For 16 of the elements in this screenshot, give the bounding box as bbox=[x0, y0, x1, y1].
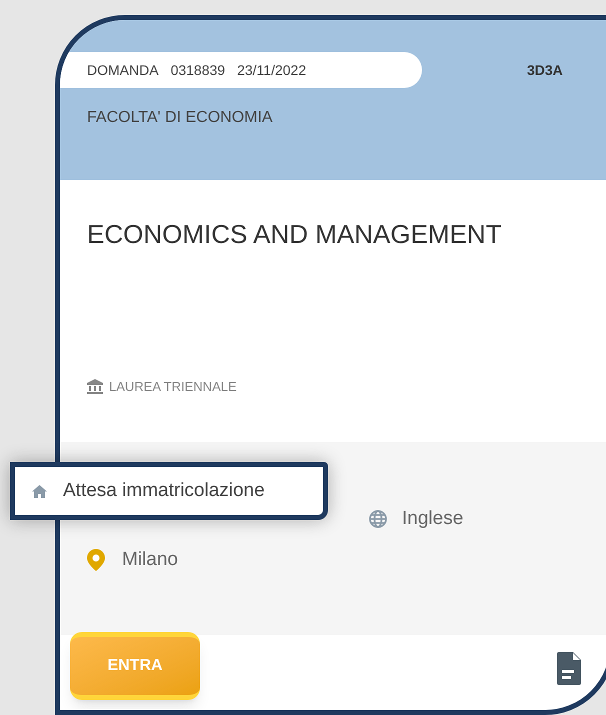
application-date: 23/11/2022 bbox=[237, 60, 306, 80]
location-pin-icon bbox=[86, 549, 106, 572]
application-number: 0318839 bbox=[170, 60, 226, 80]
status-text: Attesa immatricolazione bbox=[63, 478, 265, 503]
location: Milano bbox=[122, 548, 178, 572]
faculty-name: FACOLTA' DI ECONOMIA bbox=[87, 108, 273, 128]
enter-button[interactable]: ENTRA bbox=[70, 632, 200, 700]
language: Inglese bbox=[402, 507, 464, 531]
degree-type: LAUREA TRIENNALE bbox=[109, 378, 237, 396]
application-label: DOMANDA bbox=[87, 60, 159, 80]
course-code: 3D3A bbox=[527, 60, 563, 80]
bank-icon bbox=[87, 378, 103, 394]
document-icon[interactable] bbox=[557, 652, 581, 685]
home-icon bbox=[32, 484, 47, 498]
course-title: ECONOMICS AND MANAGEMENT bbox=[87, 218, 502, 251]
globe-icon bbox=[368, 509, 388, 530]
